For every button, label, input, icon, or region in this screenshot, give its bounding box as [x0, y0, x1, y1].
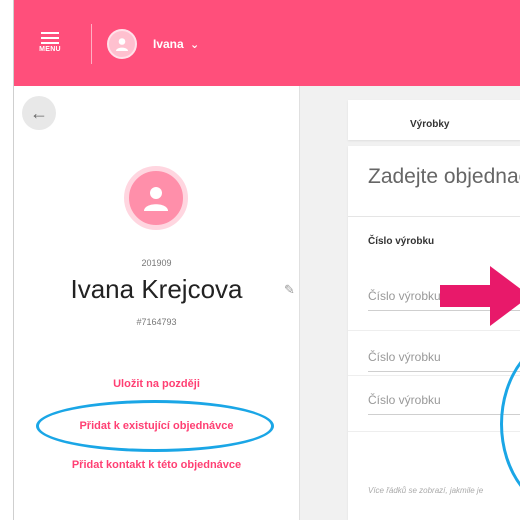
user-icon: [144, 187, 168, 211]
add-contact-to-order-link[interactable]: Přidat kontakt k této objednávce: [14, 459, 299, 471]
chevron-down-icon[interactable]: ⌄: [190, 38, 199, 51]
save-for-later-link[interactable]: Uložit na později: [14, 378, 299, 390]
hint-text: Více řádků se zobrazí, jakmile je: [368, 486, 484, 495]
form-heading: Zadejte objednací: [368, 165, 520, 188]
order-form-card: [348, 146, 520, 520]
customer-panel: ← 201909 Ivana Krejcova ✎ #7164793 Uloži…: [14, 86, 300, 520]
user-name[interactable]: Ivana: [153, 37, 184, 51]
customer-id: 201909: [141, 258, 172, 268]
customer-code: #7164793: [136, 317, 177, 327]
menu-button[interactable]: MENU: [34, 30, 66, 62]
highlight-ellipse: [36, 400, 274, 452]
customer-avatar: [124, 166, 188, 230]
product-number-input[interactable]: [368, 386, 520, 415]
menu-label: MENU: [39, 46, 61, 53]
product-number-input[interactable]: [368, 343, 520, 372]
product-number-header: Číslo výrobku: [368, 236, 435, 247]
user-avatar[interactable]: [107, 29, 137, 59]
back-button[interactable]: ←: [22, 96, 56, 130]
order-area: Výrobky Zadejte objednací Číslo výrobku …: [300, 86, 520, 520]
header-divider: [91, 24, 92, 64]
customer-name: Ivana Krejcova: [70, 274, 243, 304]
row-divider: [348, 375, 520, 376]
user-icon: [116, 38, 128, 51]
arrow-left-icon: ←: [30, 102, 48, 123]
top-bar: MENU Ivana ⌄: [14, 0, 520, 86]
pencil-icon[interactable]: ✎: [284, 282, 295, 298]
tab-products[interactable]: Výrobky: [410, 119, 449, 130]
form-divider: [348, 216, 520, 217]
annotation-arrow-icon: [440, 285, 492, 307]
hamburger-icon: [41, 32, 59, 34]
app-window: MENU Ivana ⌄ ← 201909 Ivana Krejcova ✎ #…: [13, 0, 520, 520]
row-divider: [348, 330, 520, 331]
row-divider: [348, 431, 520, 432]
annotation-arrowhead: [490, 266, 520, 326]
